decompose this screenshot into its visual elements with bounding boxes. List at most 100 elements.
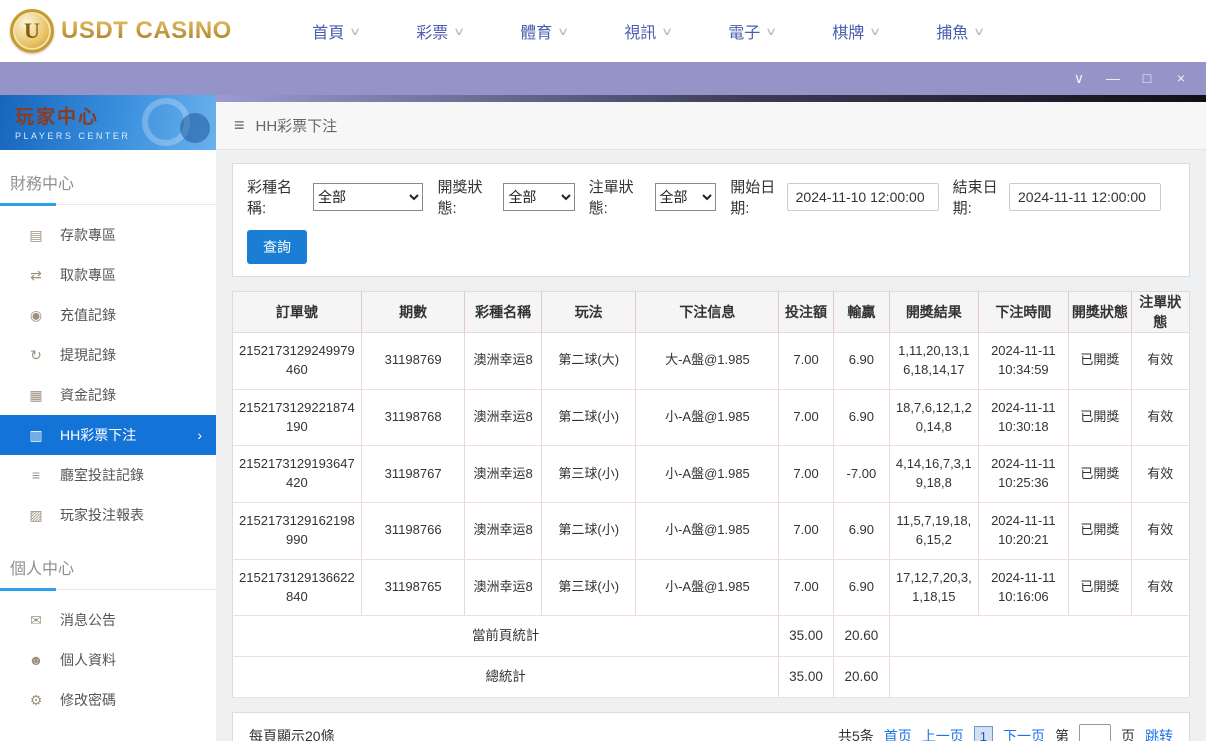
current-page-button[interactable]: 1 <box>973 725 993 741</box>
chevron-down-icon: ∨ <box>557 25 570 38</box>
sidebar-item[interactable]: ▦ 資金記錄 › <box>0 375 216 415</box>
minimize-icon[interactable]: — <box>1096 62 1130 95</box>
filter-end-date: 結束日期: <box>953 176 1161 218</box>
sidebar-item[interactable]: ✉ 消息公告 › <box>0 600 216 640</box>
sidebar-item[interactable]: ▨ 玩家投注報表 › <box>0 495 216 535</box>
lottery-name-select[interactable]: 全部 <box>313 183 424 211</box>
page-title: HH彩票下注 <box>255 118 338 135</box>
nav-item[interactable]: 首頁 ∨ <box>284 19 388 43</box>
jump-suffix-label: 页 <box>1121 727 1135 741</box>
sidebar: 玩家中心 PLAYERS CENTER 財務中心 ▤ 存款專區 › ⇄ 取款專區… <box>0 95 216 741</box>
sidebar-item-label: 玩家投注報表 <box>60 507 144 523</box>
nav-item-label: 電子 <box>728 25 761 42</box>
cell-bet-info: 小-A盤@1.985 <box>635 389 780 447</box>
col-header-lottery-name: 彩種名稱 <box>464 291 542 333</box>
sidebar-item-label: 廳室投註記錄 <box>60 467 144 483</box>
cell-order-status: 有效 <box>1131 389 1190 447</box>
maximize-icon[interactable]: □ <box>1130 62 1164 95</box>
sidebar-item-label: 個人資料 <box>60 652 116 668</box>
sidebar-item[interactable]: ☻ 個人資料 › <box>0 640 216 680</box>
col-header-draw-result: 開獎結果 <box>889 291 979 333</box>
sidebar-item-label: 存款專區 <box>60 227 116 243</box>
filter-lottery-name: 彩種名稱: 全部 <box>247 176 424 218</box>
sidebar-item[interactable]: ↻ 提現記錄 › <box>0 335 216 375</box>
cell-draw-status: 已開獎 <box>1068 445 1132 504</box>
sidebar-item[interactable]: ▤ 存款專區 › <box>0 215 216 255</box>
cell-lottery: 澳洲幸运8 <box>464 502 542 560</box>
nav-item[interactable]: 捕魚 ∨ <box>908 19 1012 43</box>
top-gradient-strip <box>216 95 1206 102</box>
gamepad-decoration-icon <box>180 113 210 143</box>
sidebar-item[interactable]: ⚙ 修改密碼 › <box>0 680 216 720</box>
cell-result: 11,5,7,19,18,6,15,2 <box>889 502 979 560</box>
sidebar-item-label: 提現記錄 <box>60 347 116 363</box>
nav-item[interactable]: 電子 ∨ <box>700 19 804 43</box>
prev-page-link[interactable]: 上一页 <box>922 726 964 741</box>
sidebar-item[interactable]: ◉ 充值記錄 › <box>0 295 216 335</box>
cell-result: 1,11,20,13,16,18,14,17 <box>889 332 979 390</box>
withdraw-record-icon: ↻ <box>30 346 42 363</box>
sidebar-item-label: 消息公告 <box>60 612 116 628</box>
filter-start-date-label: 開始日期: <box>730 179 776 217</box>
logo-coin-icon: U <box>10 9 54 53</box>
sidebar-item-label: 資金記錄 <box>60 387 116 403</box>
col-header-period: 期數 <box>361 291 466 333</box>
sidebar-item-label: 取款專區 <box>60 267 116 283</box>
filter-order-status: 注單狀態: 全部 <box>589 176 717 218</box>
nav-item-label: 捕魚 <box>936 25 969 42</box>
filter-end-date-label: 結束日期: <box>952 179 998 217</box>
cell-play: 第三球(小) <box>541 445 637 504</box>
bets-table-wrap: 訂單號 期數 彩種名稱 玩法 下注信息 投注額 輸贏 開獎結果 下注時間 開獎狀態 注單狀態 215… <box>232 291 1190 698</box>
next-page-link[interactable]: 下一页 <box>1003 726 1045 741</box>
hamburger-menu-icon[interactable]: ≡ <box>234 115 245 136</box>
draw-status-select[interactable]: 全部 <box>503 183 575 211</box>
cell-lottery: 澳洲幸运8 <box>464 445 542 504</box>
chevron-down-icon: ∨ <box>973 25 986 38</box>
search-button[interactable]: 查詢 <box>247 230 307 264</box>
nav-item-label: 首頁 <box>312 25 345 42</box>
sidebar-section-label[interactable]: 代理中心 <box>0 732 216 741</box>
filter-draw-status-label: 開獎狀態: <box>437 179 483 217</box>
person-icon: ☻ <box>28 652 44 668</box>
sidebar-item[interactable]: ▥ HH彩票下注 › <box>0 415 216 455</box>
sidebar-section-label[interactable]: 財務中心 <box>0 162 216 206</box>
chevron-down-icon[interactable]: ∨ <box>1062 62 1096 95</box>
order-status-select[interactable]: 全部 <box>654 183 717 211</box>
cell-order-no: 2152173129249979460 <box>232 332 362 390</box>
cell-period: 31198765 <box>361 559 466 617</box>
filter-lottery-name-label: 彩種名稱: <box>247 179 293 217</box>
sidebar-section-label[interactable]: 個人中心 <box>0 547 216 591</box>
cell-order-no: 2152173129162198990 <box>232 502 362 560</box>
cell-order-no: 2152173129193647420 <box>232 445 362 504</box>
table-row: 2152173129162198990 31198766 澳洲幸运8 第二球(小) 小-… <box>232 502 1190 560</box>
nav-item[interactable]: 棋牌 ∨ <box>804 19 908 43</box>
cell-lottery: 澳洲幸运8 <box>464 389 542 447</box>
app-body: 玩家中心 PLAYERS CENTER 財務中心 ▤ 存款專區 › ⇄ 取款專區… <box>0 95 1206 741</box>
cell-lottery: 澳洲幸运8 <box>464 559 542 617</box>
close-icon[interactable]: × <box>1164 62 1198 95</box>
nav-item[interactable]: 彩票 ∨ <box>388 19 492 43</box>
first-page-link[interactable]: 首页 <box>884 726 912 741</box>
cell-bet-info: 大-A盤@1.985 <box>635 332 780 390</box>
table-row: 2152173129136622840 31198765 澳洲幸运8 第三球(小) 小-… <box>232 559 1190 617</box>
start-date-input[interactable] <box>786 183 939 211</box>
sidebar-item-label: 修改密碼 <box>60 692 116 708</box>
cell-bet-amount: 7.00 <box>778 332 834 390</box>
summary-bet-amount: 35.00 <box>778 615 834 657</box>
cell-period: 31198766 <box>361 502 466 560</box>
end-date-input[interactable] <box>1009 183 1161 211</box>
summary-win-loss: 20.60 <box>833 656 891 698</box>
sidebar-item[interactable]: ⇄ 取款專區 › <box>0 255 216 295</box>
site-logo[interactable]: U USDT CASINO <box>10 9 232 53</box>
jump-button[interactable]: 跳转 <box>1145 726 1173 741</box>
nav-item[interactable]: 視訊 ∨ <box>596 19 700 43</box>
nav-item[interactable]: 體育 ∨ <box>492 19 596 43</box>
sidebar-section-items: ▤ 存款專區 › ⇄ 取款專區 › ◉ 充值記錄 › ↻ 提現記錄 › ▦ 資金… <box>0 205 216 535</box>
cell-bet-amount: 7.00 <box>778 445 834 504</box>
nav-item-label: 彩票 <box>416 25 449 42</box>
sidebar-item[interactable]: ≡ 廳室投註記錄 › <box>0 455 216 495</box>
cell-order-status: 有效 <box>1131 332 1190 390</box>
chevron-right-icon: › <box>197 427 202 443</box>
summary-row: 當前頁統計 35.00 20.60 <box>232 615 1190 657</box>
jump-page-input[interactable] <box>1079 723 1111 741</box>
